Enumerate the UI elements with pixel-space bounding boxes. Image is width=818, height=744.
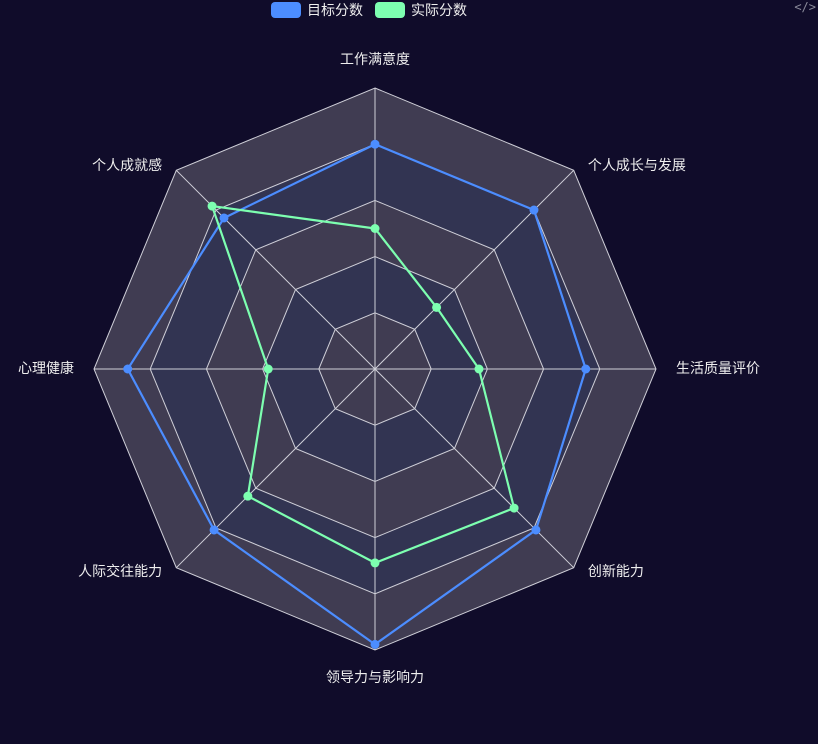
series-2-point-2 bbox=[432, 302, 442, 312]
series-1-point-3 bbox=[581, 364, 591, 374]
series-1-point-4 bbox=[531, 525, 541, 535]
series-1-point-5 bbox=[370, 639, 380, 649]
series-1-point-2 bbox=[529, 205, 539, 215]
series-1-point-7 bbox=[123, 364, 133, 374]
series-1-point-8 bbox=[219, 213, 229, 223]
series-2-point-8 bbox=[207, 201, 217, 211]
series-1-point-6 bbox=[209, 525, 219, 535]
series-1-point-1 bbox=[370, 139, 380, 149]
series-2-point-6 bbox=[243, 491, 253, 501]
axis-label-6: 人际交往能力 bbox=[78, 563, 162, 580]
axis-label-7: 心理健康 bbox=[18, 360, 74, 377]
axis-label-2: 个人成长与发展 bbox=[588, 158, 686, 174]
radar-chart: 工作满意度个人成长与发展生活质量评价创新能力领导力与影响力 人际交往能力 心理健康 个… bbox=[18, 51, 760, 686]
axis-label-1: 工作满意度 bbox=[340, 51, 410, 68]
axis-label-3: 生活质量评价 bbox=[676, 361, 760, 377]
series-2-point-1 bbox=[370, 224, 380, 233]
series-2-point-7 bbox=[263, 364, 273, 374]
axis-label-8: 个人成就感 bbox=[92, 157, 162, 174]
series-2-point-5 bbox=[370, 558, 380, 568]
axis-label-4: 创新能力 bbox=[588, 564, 644, 580]
axis-label-5: 领导力与影响力 bbox=[326, 670, 424, 686]
series-2-point-3 bbox=[474, 364, 484, 374]
series-2-point-4 bbox=[509, 503, 519, 513]
